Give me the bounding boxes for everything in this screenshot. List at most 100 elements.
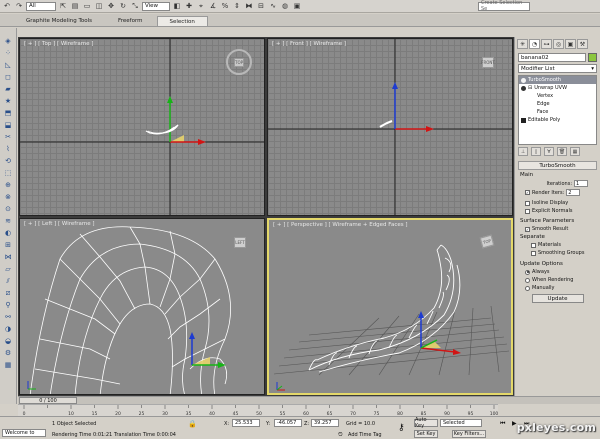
stack-item-face[interactable]: Face [519, 108, 596, 116]
lightbulb-icon[interactable] [521, 85, 526, 91]
expand-icon[interactable]: ⊟ [528, 85, 532, 91]
hierarchy-tab-icon[interactable]: ⊶ [541, 39, 552, 49]
hide-icon[interactable]: ◑ [3, 324, 14, 334]
chamfer-icon[interactable]: ⬚ [3, 168, 14, 178]
smoothing-groups-checkbox[interactable] [531, 250, 536, 256]
undo-icon[interactable]: ↶ [2, 1, 12, 11]
stack-item-vertex[interactable]: Vertex [519, 92, 596, 100]
percent-snap-icon[interactable]: % [220, 1, 230, 11]
motion-tab-icon[interactable]: ◎ [553, 39, 564, 49]
grid-icon[interactable]: ▦ [3, 360, 14, 370]
lock-selection-icon[interactable]: 🔒 [188, 420, 197, 428]
vertex-icon[interactable]: ⁘ [3, 48, 14, 58]
collapse-icon[interactable]: ⊙ [3, 204, 14, 214]
stack-item-edge[interactable]: Edge [519, 100, 596, 108]
element-icon[interactable]: ★ [3, 96, 14, 106]
configure-modifier-sets-icon[interactable]: ▦ [570, 147, 580, 156]
add-time-tag-text[interactable]: Add Time Tag [348, 432, 382, 438]
target-weld-icon[interactable]: ⊗ [3, 192, 14, 202]
manually-radio[interactable] [525, 285, 530, 291]
selection-filter-dropdown[interactable]: All [26, 1, 56, 11]
polygon-icon[interactable]: ▰ [3, 84, 14, 94]
make-planar-icon[interactable]: ▱ [3, 264, 14, 274]
subdivide-icon[interactable]: ⊞ [3, 240, 14, 250]
scale-icon[interactable]: ⤡ [130, 1, 140, 11]
stack-item-unwrap-uvw[interactable]: ⊟ Unwrap UVW [519, 84, 596, 92]
curve-editor-icon[interactable]: ∿ [268, 1, 278, 11]
turbosmooth-rollout-title[interactable]: TurboSmooth [518, 161, 597, 170]
x-coordinate-field[interactable]: 25.533 [232, 419, 260, 427]
iterations-spinner[interactable]: 1 [574, 180, 588, 187]
tessellate-icon[interactable]: ⋈ [3, 252, 14, 262]
update-button[interactable]: Update [531, 294, 584, 303]
tab-graphite-modeling-tools[interactable]: Graphite Modeling Tools [14, 16, 104, 26]
stack-item-editable-poly[interactable]: Editable Poly [519, 116, 596, 124]
y-coordinate-field[interactable]: -46.057 [274, 419, 302, 427]
lightbulb-icon[interactable] [521, 77, 526, 83]
detach-icon[interactable]: ⚯ [3, 312, 14, 322]
rect-selection-icon[interactable]: ▭ [82, 1, 92, 11]
tab-selection[interactable]: Selection [156, 16, 208, 26]
material-editor-icon[interactable]: ◍ [280, 1, 290, 11]
select-manipulate-icon[interactable]: ✚ [184, 1, 194, 11]
pin-stack-icon[interactable]: ⊥ [518, 147, 528, 156]
selection-set-input[interactable]: Create Selection Se [478, 0, 530, 12]
select-object-icon[interactable]: ⇱ [58, 1, 68, 11]
display-tab-icon[interactable]: ▣ [565, 39, 576, 49]
render-setup-icon[interactable]: ▣ [292, 1, 302, 11]
render-iters-checkbox[interactable]: ✓ [525, 190, 530, 195]
stack-item-turbosmooth[interactable]: TurboSmooth [519, 76, 596, 84]
maxscript-listener-input[interactable]: Welcome to [2, 429, 46, 437]
auto-key-button[interactable]: Auto Key [414, 417, 438, 429]
tab-freeform[interactable]: Freeform [106, 16, 155, 26]
isoline-display-checkbox[interactable] [525, 200, 530, 206]
snap-icon[interactable]: ⌖ [196, 1, 206, 11]
modify-tab-icon[interactable]: ◔ [529, 39, 540, 49]
key-selection-dropdown[interactable]: Selected [440, 419, 482, 427]
unhide-icon[interactable]: ◒ [3, 336, 14, 346]
connect-icon[interactable]: ⌇ [3, 144, 14, 154]
object-name-input[interactable]: banana02 [518, 53, 586, 62]
create-tab-icon[interactable]: ✳ [517, 39, 528, 49]
utilities-tab-icon[interactable]: ⚒ [577, 39, 588, 49]
show-end-result-icon[interactable]: ▯ [531, 147, 541, 156]
time-slider-thumb[interactable]: 0 / 100 [19, 397, 77, 404]
border-icon[interactable]: ◻ [3, 72, 14, 82]
relax-icon[interactable]: ≋ [3, 216, 14, 226]
materials-checkbox[interactable] [531, 242, 536, 248]
bevel-icon[interactable]: ⬓ [3, 120, 14, 130]
rotate-icon[interactable]: ↻ [118, 1, 128, 11]
slice-icon[interactable]: ⫽ [3, 276, 14, 286]
settings-icon[interactable]: ⚙ [3, 348, 14, 358]
attach-icon[interactable]: ⚲ [3, 300, 14, 310]
select-by-name-icon[interactable]: ▤ [70, 1, 80, 11]
cut-icon[interactable]: ✂ [3, 132, 14, 142]
remove-modifier-icon[interactable]: 🗑 [557, 147, 567, 156]
move-icon[interactable]: ✥ [106, 1, 116, 11]
time-tag-icon[interactable]: ⏲ [338, 431, 343, 439]
spinner-snap-icon[interactable]: ⇕ [232, 1, 242, 11]
always-radio[interactable] [525, 269, 530, 275]
track-bar[interactable]: 0 10 15 20 25 30 35 40 45 50 55 60 65 70 75 80 85 90 95 100 [18, 404, 498, 417]
time-slider[interactable]: 0 / 100 [18, 396, 600, 404]
set-key-button[interactable]: Set Key [414, 430, 438, 438]
pivot-icon[interactable]: ◧ [172, 1, 182, 11]
weld-icon[interactable]: ⊕ [3, 180, 14, 190]
modifier-list-dropdown[interactable]: Modifier List ▾ [518, 64, 597, 73]
key-filters-button[interactable]: Key Filters... [452, 430, 486, 438]
mirror-icon[interactable]: ⧓ [244, 1, 254, 11]
extrude-icon[interactable]: ⬒ [3, 108, 14, 118]
viewport-front[interactable]: [ + ] [ Front ] [ Wireframe ] FRONT [267, 38, 513, 216]
make-unique-icon[interactable]: ∀ [544, 147, 554, 156]
edge-icon[interactable]: ◺ [3, 60, 14, 70]
smooth-result-checkbox[interactable]: ✓ [525, 226, 530, 232]
align-icon[interactable]: ⊟ [256, 1, 266, 11]
swift-loop-icon[interactable]: ⟲ [3, 156, 14, 166]
viewport-perspective[interactable]: [ + ] [ Perspective ] [ Wireframe + Edge… [267, 218, 513, 395]
window-crossing-icon[interactable]: ◫ [94, 1, 104, 11]
angle-snap-icon[interactable]: ∡ [208, 1, 218, 11]
when-rendering-radio[interactable] [525, 277, 530, 283]
z-coordinate-field[interactable]: 39.257 [311, 419, 339, 427]
redo-icon[interactable]: ↷ [14, 1, 24, 11]
smooth-icon[interactable]: ◐ [3, 228, 14, 238]
